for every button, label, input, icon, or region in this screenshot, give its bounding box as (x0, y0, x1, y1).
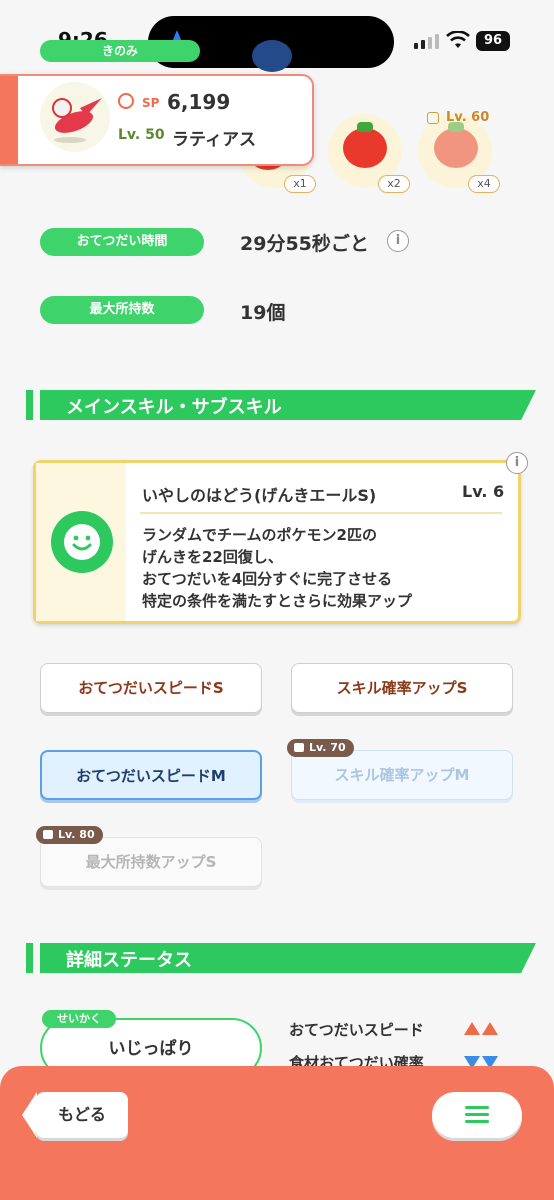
berry-type-icon (252, 40, 292, 72)
back-button[interactable]: もどる (36, 1092, 128, 1138)
lock-level-text: Lv. 70 (309, 741, 346, 754)
smile-icon (51, 511, 113, 573)
sub-skill-button[interactable]: おてつだいスピードS (40, 663, 262, 713)
up-arrow-icon (464, 1022, 480, 1035)
sp-icon (118, 93, 134, 109)
menu-icon-line (465, 1120, 489, 1123)
battery-indicator: 96 (476, 31, 510, 51)
menu-icon (465, 1106, 489, 1109)
info-icon[interactable]: i (387, 230, 409, 252)
berry-qty-3: x4 (468, 175, 500, 193)
berry-qty-1: x1 (284, 175, 316, 193)
sub-skill-button-locked[interactable]: スキル確率アップM (291, 750, 513, 800)
lock-level-text: Lv. 80 (58, 828, 95, 841)
max-carry-label: 最大所持数 (40, 296, 204, 324)
detail-section-header: 詳細ステータス (26, 943, 536, 973)
berry-icon (343, 122, 387, 168)
cellular-signal-icon (414, 34, 439, 49)
back-arrow-icon[interactable] (22, 1092, 37, 1138)
up-arrow-icon (482, 1022, 498, 1035)
max-carry-value: 19個 (240, 302, 286, 324)
lock-level-badge: Lv. 70 (287, 739, 354, 757)
sub-skill-button-selected[interactable]: おてつだいスピードM (40, 750, 262, 800)
pokemon-avatar (40, 82, 110, 152)
lock-icon (294, 743, 304, 752)
main-skill-level: Lv. 6 (462, 482, 505, 501)
detail-section-title: 詳細ステータス (66, 950, 192, 971)
card-accent-strip (0, 76, 18, 164)
menu-icon-line (465, 1113, 489, 1116)
skill-section-header: メインスキル・サブスキル (26, 390, 536, 420)
divider (140, 512, 502, 514)
berry-qty-2: x2 (378, 175, 410, 193)
wifi-icon (446, 31, 470, 48)
pokemon-name: ラティアス (172, 130, 256, 150)
pokemon-level: Lv. 50 (118, 127, 165, 143)
lock-icon (43, 830, 53, 839)
level-up-icon (427, 112, 439, 124)
nature-tag: せいかく (42, 1010, 116, 1028)
berry-icon (434, 122, 478, 168)
help-time-label: おてつだい時間 (40, 228, 204, 256)
berry-unlock-level: Lv. 60 (446, 110, 490, 125)
main-skill-description: ランダムでチームのポケモン2匹の げんきを22回復し、 おてつだいを4回分すぐに… (142, 526, 413, 610)
sub-skill-button-locked[interactable]: 最大所持数アップS (40, 837, 262, 887)
info-icon[interactable]: i (506, 452, 528, 474)
main-skill-name: いやしのはどう(げんきエールS) (142, 486, 377, 505)
help-time-value: 29分55秒ごと (240, 233, 369, 255)
menu-button[interactable] (432, 1092, 522, 1138)
skill-section-title: メインスキル・サブスキル (66, 397, 282, 418)
sp-label: SP (142, 96, 160, 110)
berry-section-label: きのみ (40, 40, 200, 62)
sub-skill-button[interactable]: スキル確率アップS (291, 663, 513, 713)
latias-icon (52, 98, 102, 143)
lock-level-badge: Lv. 80 (36, 826, 103, 844)
nature-effect-label: おてつだいスピード (289, 1021, 424, 1039)
sp-value: 6,199 (167, 90, 231, 114)
